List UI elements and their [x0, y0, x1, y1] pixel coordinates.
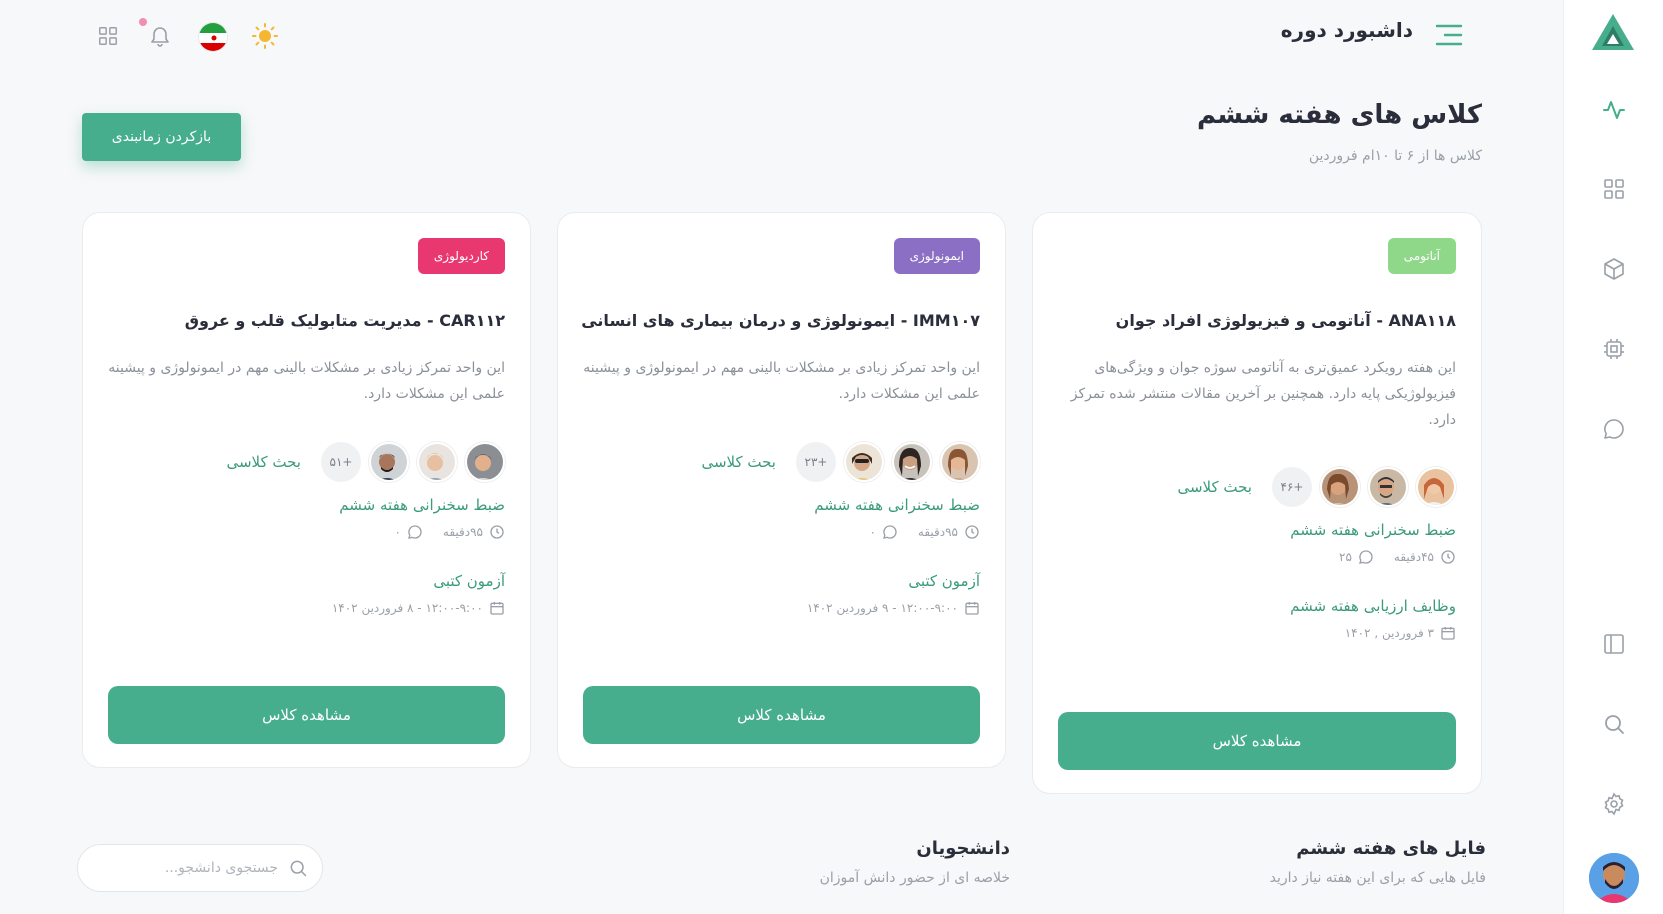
category-badge: ایمونولوژی: [893, 238, 980, 274]
calendar-icon: [490, 602, 504, 615]
lecture-meta: ۹۵دقیقه ۰: [869, 524, 980, 540]
class-description: این واحد تمرکز زیادی بر مشکلات بالینی مه…: [108, 360, 505, 402]
class-card: آناتومی ANA۱۱۸ - آناتومی و فیزیولوژی افر…: [1032, 212, 1482, 794]
class-card: ایمونولوژی IMM۱۰۷ - ایمونولوژی و درمان ب…: [557, 212, 1006, 768]
cpu-icon[interactable]: [1602, 337, 1626, 361]
class-title: IMM۱۰۷ - ایمونولوژی و درمان بیماری های ا…: [581, 311, 980, 330]
view-class-button[interactable]: مشاهده کلاس: [583, 686, 980, 744]
clock-icon: [965, 525, 979, 539]
participant-avatar: [1416, 467, 1456, 507]
lecture-recording-link[interactable]: ضبط سخنرانی هفته ششم: [1290, 521, 1456, 539]
comment-icon: [882, 525, 897, 539]
class-card: کاردیولوژی CAR۱۱۲ - مدیریت متابولیک قلب …: [82, 212, 531, 768]
clock-icon: [490, 525, 504, 539]
calendar-icon: [965, 602, 979, 615]
assessment-tasks-link[interactable]: وظایف ارزیابی هفته ششم: [1290, 597, 1456, 615]
participant-avatar: [417, 442, 457, 482]
comment-icon: [1358, 550, 1373, 564]
class-description: این هفته رویکرد عمیق‌تری به آناتومی سوژه…: [1070, 360, 1456, 428]
grid-icon[interactable]: [1602, 177, 1626, 201]
week-subtitle: کلاس ها از ۶ تا ۱۰ام فروردین: [1308, 148, 1482, 164]
comment-count: ۰: [869, 525, 876, 539]
category-badge: آناتومی: [1387, 238, 1456, 274]
participant-avatar: [892, 442, 932, 482]
notification-dot: [139, 18, 147, 26]
view-class-button[interactable]: مشاهده کلاس: [108, 686, 505, 744]
class-discussion-link[interactable]: بحث کلاسی: [226, 453, 301, 471]
students-subtitle: خلاصه ای از حضور دانش آموزان: [819, 870, 1010, 886]
written-exam-link[interactable]: آزمون کتبی: [433, 572, 505, 590]
class-title: ANA۱۱۸ - آناتومی و فیزیولوژی افراد جوان: [1115, 311, 1456, 330]
participants: +۵۱ بحث کلاسی: [226, 442, 505, 482]
participants: +۴۶ بحث کلاسی: [1177, 467, 1456, 507]
calendar-icon: [1441, 627, 1455, 640]
sidebar-layout-icon[interactable]: [1602, 632, 1626, 656]
participants-count: +۴۶: [1272, 467, 1312, 507]
search-icon[interactable]: [1602, 712, 1626, 736]
assessment-date: ۳ فروردین , ۱۴۰۲: [1344, 626, 1434, 640]
category-badge: کاردیولوژی: [417, 238, 505, 274]
participant-avatar: [1320, 467, 1360, 507]
assessment-meta: ۳ فروردین , ۱۴۰۲: [1345, 625, 1456, 641]
participants-count: +۵۱: [321, 442, 361, 482]
class-title: CAR۱۱۲ - مدیریت متابولیک قلب و عروق: [184, 311, 505, 330]
sidebar: [1563, 0, 1663, 914]
apps-grid-icon[interactable]: [94, 22, 122, 50]
logo-icon[interactable]: [1590, 12, 1636, 52]
bell-icon[interactable]: [146, 22, 174, 50]
participant-avatar: [844, 442, 884, 482]
page-title: داشبورد دوره: [1280, 18, 1413, 42]
class-discussion-link[interactable]: بحث کلاسی: [701, 453, 776, 471]
lecture-recording-link[interactable]: ضبط سخنرانی هفته ششم: [339, 496, 505, 514]
student-search: [77, 844, 323, 892]
comment-icon: [407, 525, 422, 539]
comment-count: ۲۵: [1339, 550, 1352, 564]
lecture-meta: ۹۵دقیقه ۰: [394, 524, 505, 540]
participants-count: +۲۳: [796, 442, 836, 482]
participant-avatar: [940, 442, 980, 482]
lecture-duration: ۹۵دقیقه: [442, 525, 483, 539]
student-search-input[interactable]: [98, 860, 278, 876]
clock-icon: [1441, 550, 1455, 564]
exam-meta: ۱۲:۰۰-۹:۰۰ - ۸ فروردین ۱۴۰۲: [332, 600, 505, 616]
view-class-button[interactable]: مشاهده کلاس: [1058, 712, 1456, 770]
files-title: فایل های هفته ششم: [1296, 838, 1486, 859]
chat-icon[interactable]: [1602, 417, 1626, 441]
participants: +۲۳ بحث کلاسی: [701, 442, 980, 482]
lecture-duration: ۹۵دقیقه: [917, 525, 958, 539]
lecture-recording-link[interactable]: ضبط سخنرانی هفته ششم: [814, 496, 980, 514]
exam-meta: ۱۲:۰۰-۹:۰۰ - ۹ فروردین ۱۴۰۲: [807, 600, 980, 616]
exam-date: ۱۲:۰۰-۹:۰۰ - ۹ فروردین ۱۴۰۲: [806, 601, 958, 615]
class-discussion-link[interactable]: بحث کلاسی: [1177, 478, 1252, 496]
menu-toggle-icon[interactable]: [1434, 22, 1464, 48]
participant-avatar: [1368, 467, 1408, 507]
language-flag[interactable]: [198, 22, 228, 52]
comment-count: ۰: [394, 525, 401, 539]
exam-date: ۱۲:۰۰-۹:۰۰ - ۸ فروردین ۱۴۰۲: [331, 601, 483, 615]
lecture-meta: ۴۵دقیقه ۲۵: [1339, 549, 1456, 565]
box-icon[interactable]: [1602, 257, 1626, 281]
files-subtitle: فایل هایی که برای این هفته نیاز دارید: [1269, 870, 1486, 886]
gear-icon[interactable]: [1602, 792, 1626, 816]
search-icon: [290, 860, 307, 877]
user-avatar[interactable]: [1589, 853, 1639, 903]
theme-sun-icon[interactable]: [251, 22, 279, 50]
week-title: کلاس های هفته ششم: [1196, 100, 1482, 130]
reset-schedule-button[interactable]: بازکردن زمانبندی: [82, 113, 241, 161]
class-description: این واحد تمرکز زیادی بر مشکلات بالینی مه…: [583, 360, 980, 402]
students-title: دانشجویان: [916, 838, 1010, 859]
participant-avatar: [369, 442, 409, 482]
activity-icon[interactable]: [1602, 98, 1626, 122]
lecture-duration: ۴۵دقیقه: [1393, 550, 1434, 564]
written-exam-link[interactable]: آزمون کتبی: [908, 572, 980, 590]
participant-avatar: [465, 442, 505, 482]
